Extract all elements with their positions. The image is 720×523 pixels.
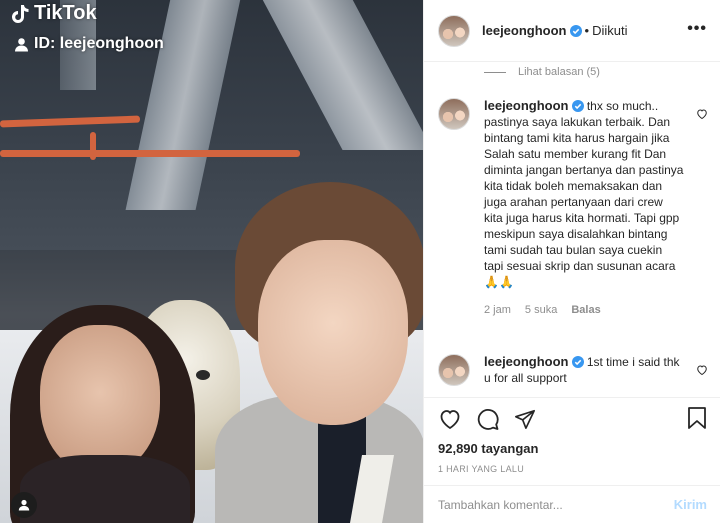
bookmark-icon[interactable] bbox=[687, 406, 707, 430]
share-icon[interactable] bbox=[514, 408, 536, 430]
post-comment-button[interactable]: Kirim bbox=[674, 497, 707, 512]
tag-user-button[interactable] bbox=[11, 492, 37, 518]
video-person-left-face bbox=[40, 325, 160, 475]
tiktok-logo-text: TikTok bbox=[34, 2, 97, 24]
verified-icon bbox=[569, 24, 582, 37]
tag-user-icon bbox=[18, 499, 30, 511]
comment-item: leejeonghoon thx so much.. pastinya saya… bbox=[438, 98, 708, 318]
video-pipe bbox=[0, 150, 300, 157]
tiktok-id-text: ID: leejeonghoon bbox=[34, 35, 164, 52]
comment-body: leejeonghoon thx so much.. pastinya saya… bbox=[484, 98, 684, 318]
reply-button[interactable]: Balas bbox=[571, 302, 600, 318]
comment-body: leejeonghoon 1st time i said thk u for a… bbox=[484, 354, 684, 386]
more-icon[interactable]: ••• bbox=[687, 20, 707, 38]
replies-line bbox=[484, 71, 506, 73]
verified-icon bbox=[571, 356, 584, 368]
post-video[interactable]: TikTok ID: leejeonghoon bbox=[0, 0, 423, 523]
heart-icon[interactable] bbox=[696, 108, 708, 120]
view-count[interactable]: 92,890 tayangan bbox=[438, 441, 707, 456]
avatar[interactable] bbox=[438, 14, 470, 47]
verified-icon bbox=[571, 100, 584, 112]
comment-item: leejeonghoon 1st time i said thk u for a… bbox=[438, 354, 708, 386]
follow-status-button[interactable]: Diikuti bbox=[592, 23, 627, 38]
tiktok-id: ID: leejeonghoon bbox=[14, 35, 164, 53]
post-panel: leejeonghoon • Diikuti ••• Lihat balasan… bbox=[423, 0, 720, 523]
tiktok-icon bbox=[12, 4, 29, 23]
user-icon bbox=[15, 37, 28, 51]
avatar[interactable] bbox=[438, 98, 470, 130]
heart-icon[interactable] bbox=[696, 364, 708, 376]
mascot-eye bbox=[196, 370, 210, 380]
comment-time[interactable]: 2 jam bbox=[484, 302, 511, 318]
header-username[interactable]: leejeonghoon bbox=[482, 23, 567, 38]
comment-likes[interactable]: 5 suka bbox=[525, 302, 557, 318]
heart-icon[interactable] bbox=[438, 407, 462, 431]
video-person-right-face bbox=[258, 240, 408, 425]
comment-icon[interactable] bbox=[476, 407, 500, 431]
view-replies-button[interactable]: Lihat balasan (5) bbox=[484, 66, 600, 78]
comment-text: thx so much.. pastinya saya lakukan terb… bbox=[484, 99, 684, 289]
video-pipe bbox=[90, 132, 96, 160]
view-replies-label: Lihat balasan (5) bbox=[518, 66, 600, 78]
post-header: leejeonghoon • Diikuti ••• bbox=[424, 0, 720, 62]
action-icons bbox=[438, 406, 707, 432]
video-person-left-body bbox=[20, 455, 190, 523]
comment-meta: 2 jam 5 suka Balas bbox=[484, 302, 684, 318]
comment-username[interactable]: leejeonghoon bbox=[484, 354, 569, 369]
header-separator: • bbox=[584, 23, 590, 38]
add-comment-bar: Kirim bbox=[424, 485, 720, 523]
comment-input[interactable] bbox=[438, 497, 674, 512]
post-time[interactable]: 1 HARI YANG LALU bbox=[438, 464, 707, 474]
avatar[interactable] bbox=[438, 354, 470, 386]
post-actions: 92,890 tayangan 1 HARI YANG LALU bbox=[424, 397, 720, 474]
tiktok-watermark: TikTok bbox=[12, 2, 97, 25]
comment-username[interactable]: leejeonghoon bbox=[484, 98, 569, 113]
